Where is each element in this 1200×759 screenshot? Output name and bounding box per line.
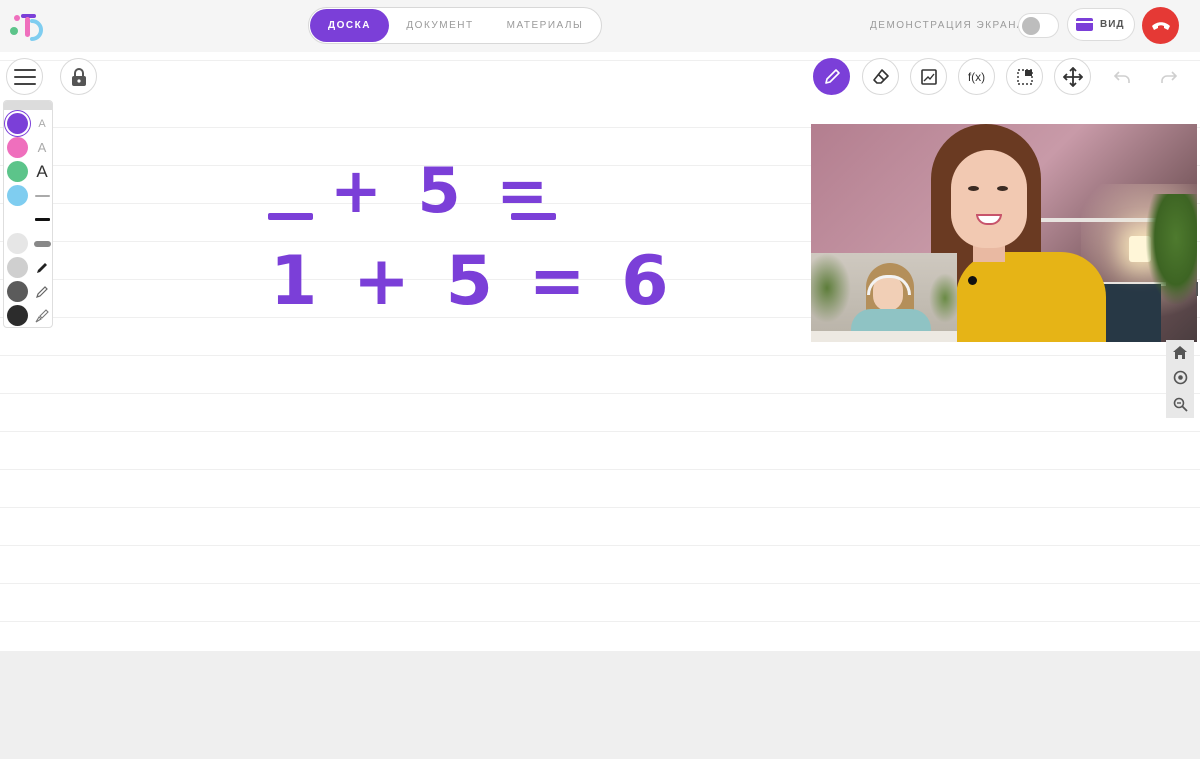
desk	[811, 331, 957, 342]
undo-button[interactable]	[1103, 58, 1140, 95]
card-icon	[1076, 18, 1093, 31]
function-tool-button[interactable]: f(x)	[958, 58, 995, 95]
mode-tabs: ДОСКА ДОКУМЕНТ МАТЕРИАЛЫ	[308, 7, 602, 44]
palette-row: A	[6, 137, 52, 159]
screen-share-toggle[interactable]	[1018, 13, 1059, 38]
home-icon[interactable]	[1173, 345, 1187, 359]
font-size-medium[interactable]: A	[32, 137, 52, 158]
microphone	[968, 276, 977, 285]
view-button[interactable]: ВИД	[1067, 8, 1135, 41]
redo-icon	[1160, 70, 1177, 83]
tab-materials[interactable]: МАТЕРИАЛЫ	[491, 9, 599, 42]
select-tool-button[interactable]	[1006, 58, 1043, 95]
hangup-button[interactable]	[1142, 7, 1179, 44]
phone-hangup-icon	[1151, 21, 1170, 30]
function-icon: f(x)	[967, 69, 986, 84]
teacher-face	[951, 150, 1027, 248]
lock-icon	[71, 67, 86, 86]
line-width-thin[interactable]	[32, 185, 52, 206]
student-video-pip[interactable]	[811, 253, 957, 342]
center-icon[interactable]	[1173, 370, 1188, 385]
pencil-icon	[824, 68, 840, 84]
app-logo[interactable]	[8, 9, 44, 43]
palette-row	[6, 233, 52, 255]
line-width-thick[interactable]	[32, 233, 52, 254]
tab-board[interactable]: ДОСКА	[310, 9, 389, 42]
blank-line	[268, 213, 313, 220]
eye	[997, 186, 1008, 191]
zoom-icon[interactable]	[1173, 397, 1188, 412]
toggle-knob	[1022, 17, 1040, 35]
color-swatch-dark-gray[interactable]	[7, 281, 28, 302]
palette-row: A	[6, 113, 52, 135]
marker-icon	[36, 285, 48, 298]
blank-line	[511, 213, 556, 220]
pencil-tool-button[interactable]	[813, 58, 850, 95]
brush-marker[interactable]	[32, 281, 52, 302]
resize-handle[interactable]	[1196, 282, 1198, 296]
font-size-large[interactable]: A	[32, 161, 52, 182]
color-swatch-blue[interactable]	[7, 185, 28, 206]
equation-blank: + 5 =	[268, 148, 568, 228]
font-size-small[interactable]: A	[32, 113, 52, 134]
palette-row	[6, 305, 52, 327]
lock-button[interactable]	[60, 58, 97, 95]
select-icon	[1016, 68, 1033, 85]
redo-button[interactable]	[1150, 58, 1187, 95]
palette-drag-handle[interactable]	[4, 101, 52, 110]
brush-highlighter[interactable]	[32, 305, 52, 326]
color-swatch-green[interactable]	[7, 161, 28, 182]
board-nav-tools	[1166, 340, 1194, 418]
plant	[1146, 194, 1197, 304]
brush-pen[interactable]	[32, 257, 52, 278]
footer-area	[0, 651, 1200, 759]
color-palette: A A A	[3, 100, 53, 328]
color-swatch-black[interactable]	[7, 305, 28, 326]
eraser-icon	[872, 68, 889, 84]
color-swatch-purple[interactable]	[7, 113, 28, 134]
palette-row: A	[6, 161, 52, 183]
view-button-label: ВИД	[1100, 19, 1125, 30]
pen-icon	[37, 262, 47, 273]
image-tool-button[interactable]	[910, 58, 947, 95]
tab-document[interactable]: ДОКУМЕНТ	[389, 9, 491, 42]
plant	[929, 273, 957, 323]
color-swatch-pink[interactable]	[7, 137, 28, 158]
palette-row	[6, 185, 52, 207]
plant	[811, 253, 851, 323]
menu-button[interactable]	[6, 58, 43, 95]
video-call-window[interactable]	[811, 124, 1197, 342]
color-swatch-gray[interactable]	[7, 257, 28, 278]
move-tool-button[interactable]	[1054, 58, 1091, 95]
palette-row	[6, 281, 52, 303]
eye	[968, 186, 979, 191]
palette-row	[6, 209, 52, 231]
move-icon	[1062, 66, 1083, 87]
top-bar: ДОСКА ДОКУМЕНТ МАТЕРИАЛЫ ДЕМОНСТРАЦИЯ ЭК…	[0, 0, 1200, 52]
image-icon	[920, 68, 937, 85]
smile	[976, 214, 1002, 225]
undo-icon	[1113, 70, 1130, 83]
teacher-shirt	[956, 252, 1106, 342]
brush-icon	[35, 308, 49, 322]
palette-row	[6, 257, 52, 279]
eraser-tool-button[interactable]	[862, 58, 899, 95]
color-swatch-light-gray[interactable]	[7, 233, 28, 254]
hamburger-icon	[13, 68, 36, 85]
equation-solved: 1 + 5 = 6	[270, 242, 671, 321]
screen-share-label: ДЕМОНСТРАЦИЯ ЭКРАНА	[870, 20, 1026, 31]
line-width-medium[interactable]	[32, 209, 52, 230]
